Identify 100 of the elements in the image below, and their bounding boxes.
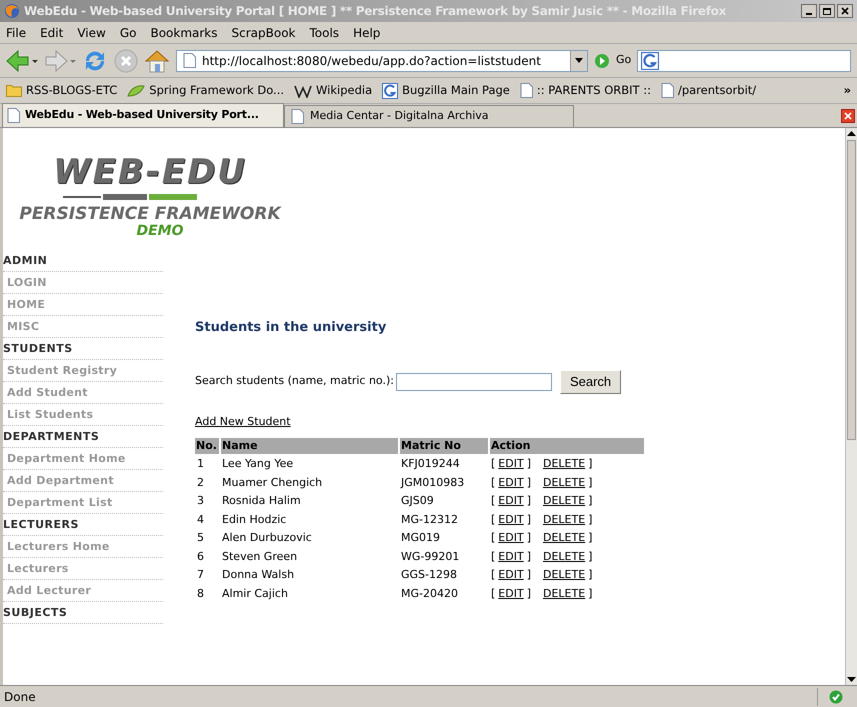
column-header: Action [490, 438, 644, 454]
edit-link[interactable]: EDIT [498, 474, 524, 491]
bracket-text: ] [588, 586, 592, 602]
search-button[interactable]: Search [560, 370, 622, 394]
bracket-text: ] [588, 530, 592, 546]
edit-link[interactable]: EDIT [498, 493, 524, 510]
table-cell-text: Lee Yang Yee [221, 456, 294, 472]
more-bookmarks-button[interactable]: » [844, 82, 851, 100]
add-student-link[interactable]: Add New Student [195, 414, 291, 430]
bracket-text: [ [491, 548, 496, 564]
edit-link[interactable]: EDIT [498, 512, 524, 528]
table-cell-text: 4 [196, 512, 205, 528]
page-icon [291, 109, 304, 124]
g-icon [641, 52, 660, 70]
go-icon[interactable] [594, 52, 610, 68]
menu-item[interactable]: ScrapBook [232, 24, 296, 42]
delete-link[interactable]: DELETE [542, 474, 586, 491]
close-tab-button[interactable] [841, 109, 855, 123]
table-cell-text: MG-20420 [400, 586, 459, 602]
bracket-text: ] [588, 567, 592, 583]
logo-bars-icon [63, 194, 197, 200]
page-heading: Students in the university [195, 319, 388, 337]
delete-link[interactable]: DELETE [542, 456, 586, 472]
page-icon [660, 83, 674, 98]
bracket-text: [ [491, 456, 496, 472]
bracket-text: [ [491, 474, 496, 490]
bracket-text: ] [588, 456, 592, 472]
edit-link[interactable]: EDIT [498, 548, 524, 565]
bookmark-item[interactable]: Bugzilla Main Page [382, 82, 510, 100]
edit-link[interactable]: EDIT [498, 530, 524, 546]
delete-link[interactable]: DELETE [542, 586, 586, 602]
bracket-text: ] [526, 456, 531, 472]
bracket-text: ] [526, 474, 531, 490]
bracket-text: [ [491, 586, 496, 602]
table-cell-text: Donna Walsh [221, 567, 296, 583]
table-cell-text: 2 [196, 474, 205, 490]
bookmark-item[interactable]: :: PARENTS ORBIT :: [520, 82, 651, 100]
delete-link[interactable]: DELETE [542, 493, 586, 510]
bracket-text: ] [588, 512, 592, 528]
scrollbar-thumb[interactable] [847, 140, 856, 440]
sidebar-heading: ADMIN [3, 250, 163, 272]
bracket-text: ] [526, 586, 531, 602]
table-cell-text: Steven Green [221, 548, 298, 564]
table-cell-text: 1 [196, 456, 205, 472]
bracket-text: ] [526, 493, 531, 509]
minimize-button[interactable] [801, 4, 817, 18]
search-label: Search students (name, matric no.): [195, 373, 394, 390]
logo-title: WEB-EDU [53, 152, 247, 192]
edit-link[interactable]: EDIT [498, 567, 524, 584]
bracket-text: [ [491, 567, 496, 583]
table-cell-text: GGS-1298 [400, 567, 458, 583]
table-cell-text: WG-99201 [400, 548, 460, 564]
menu-item[interactable]: Go [120, 24, 136, 42]
edit-link[interactable]: EDIT [498, 586, 524, 602]
sidebar-heading: SUBJECTS [3, 602, 163, 624]
bookmark-item[interactable]: Spring Framework Do... [127, 82, 284, 100]
table-cell-text: 8 [196, 586, 205, 602]
delete-link[interactable]: DELETE [542, 512, 586, 528]
browser-tab[interactable]: Media Centar - Digitalna Archiva [284, 105, 574, 127]
delete-link[interactable]: DELETE [542, 530, 586, 546]
column-header: No. [195, 438, 219, 454]
delete-link[interactable]: DELETE [542, 567, 586, 584]
g-icon [382, 82, 398, 98]
bracket-text: ] [588, 493, 592, 509]
browser-tab[interactable]: WebEdu - Web-based University Port... [2, 103, 284, 127]
maximize-button[interactable] [819, 4, 835, 18]
close-icon [844, 112, 852, 120]
menu-item[interactable]: View [77, 24, 106, 42]
menu-item[interactable]: Help [353, 24, 380, 42]
bookmark-item[interactable]: /parentsorbit/ [660, 82, 756, 100]
home-icon[interactable] [144, 48, 170, 72]
close-button[interactable] [837, 4, 853, 18]
close-icon [841, 7, 849, 15]
logo-subtitle: PERSISTENCE FRAMEWORK [19, 204, 281, 224]
bookmark-item[interactable]: RSS-BLOGS-ETC [6, 82, 118, 100]
status-text: Done [4, 688, 37, 706]
table-cell-text: 7 [196, 567, 205, 583]
table-cell-text: GJS09 [400, 493, 435, 509]
bracket-text: ] [526, 548, 531, 564]
menu-item[interactable]: File [6, 24, 26, 42]
menu-item[interactable]: Bookmarks [150, 24, 218, 42]
bookmark-item[interactable]: Wikipedia [294, 82, 372, 100]
go-button[interactable]: Go [616, 52, 632, 69]
page-icon [183, 53, 196, 68]
globe-icon [4, 3, 20, 19]
bracket-text: ] [588, 548, 592, 564]
table-cell-text: 6 [196, 548, 205, 564]
check-icon [828, 690, 842, 704]
menu-item[interactable]: Edit [40, 24, 64, 42]
delete-link[interactable]: DELETE [542, 548, 586, 565]
table-cell-text: MG-12312 [400, 512, 459, 528]
address-field[interactable]: http://localhost:8080/webedu/app.do?action=liststudent [176, 50, 588, 72]
logo-tag: DEMO [136, 224, 184, 238]
menu-item[interactable]: Tools [310, 24, 340, 42]
sidebar-heading: STUDENTS [3, 338, 163, 360]
student-search-field[interactable] [396, 372, 552, 390]
edit-link[interactable]: EDIT [498, 456, 524, 472]
back-arrow-icon[interactable] [6, 50, 38, 72]
search-field[interactable] [637, 50, 851, 72]
page-icon [520, 83, 533, 98]
